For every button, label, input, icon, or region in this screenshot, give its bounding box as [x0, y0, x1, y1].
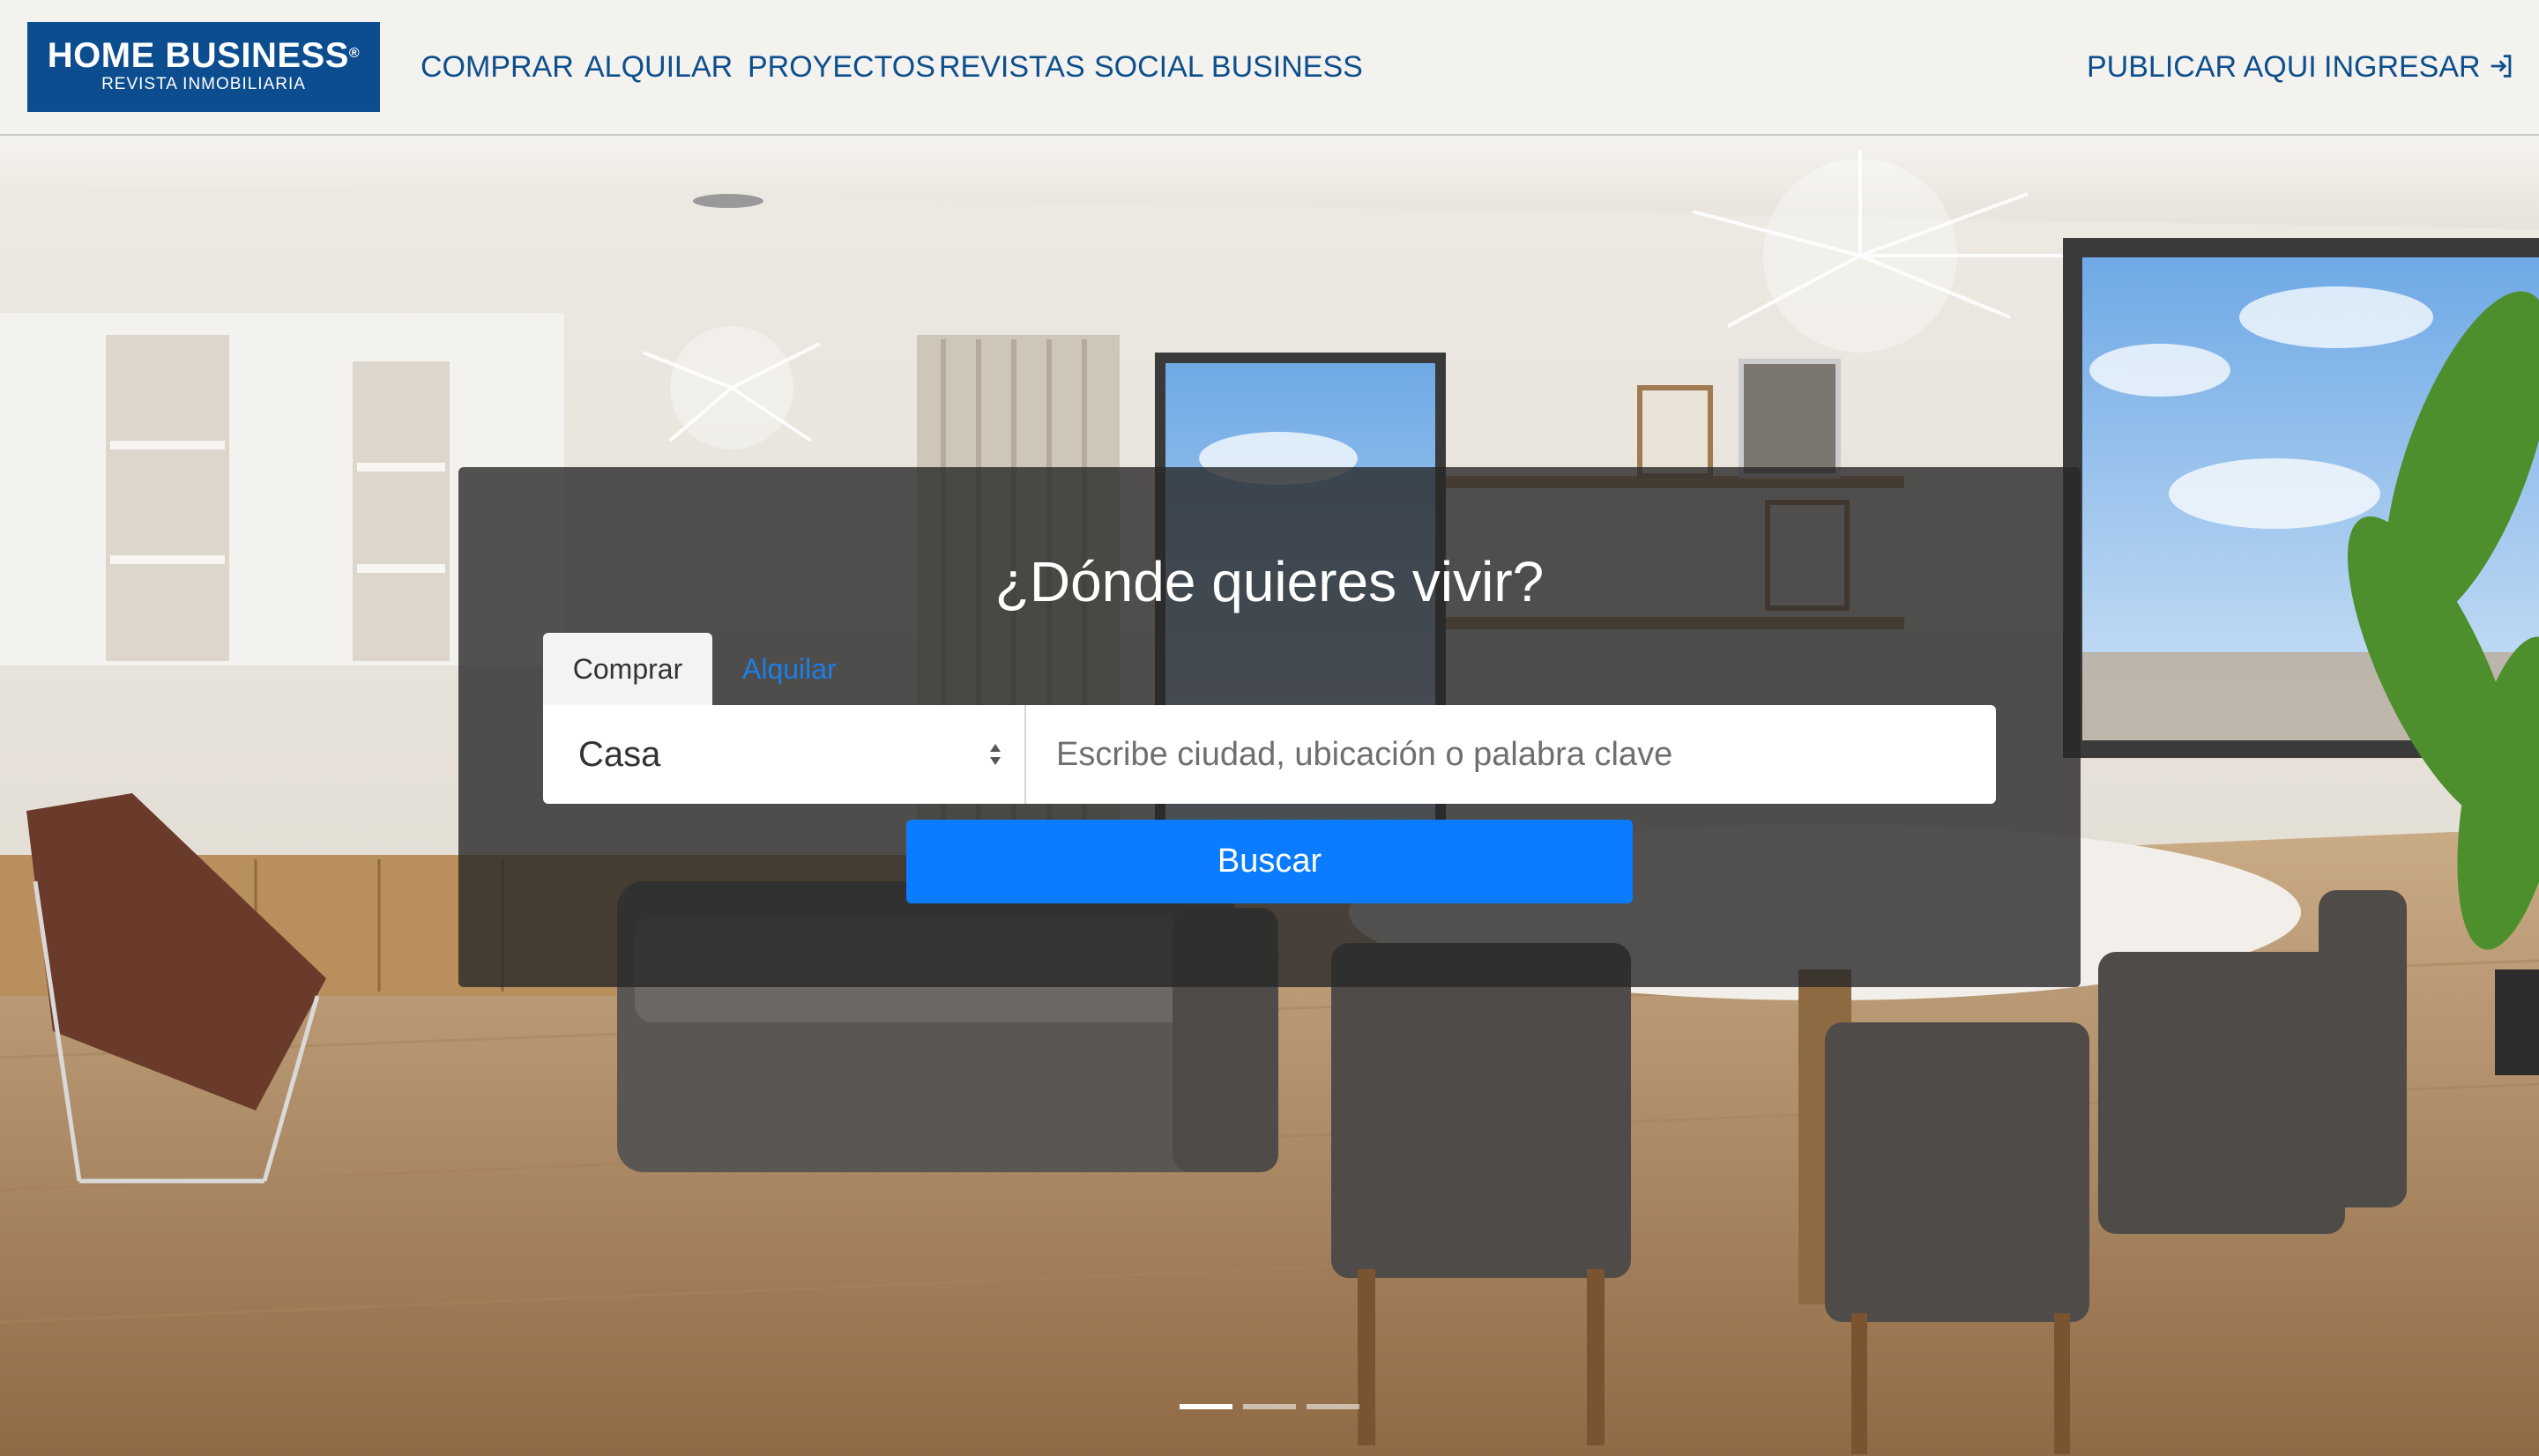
- property-type-value: Casa: [578, 735, 661, 774]
- search-form-row: Casa: [543, 705, 1996, 804]
- logo-brand-text: HOME BUSINESS: [47, 36, 349, 75]
- carousel-indicator-1[interactable]: [1180, 1404, 1232, 1409]
- login-label: INGRESAR: [2324, 50, 2481, 84]
- nav-link-revistas[interactable]: REVISTAS: [939, 48, 1085, 86]
- home-business-logo[interactable]: HOME BUSINESS® REVISTA INMOBILIARIA: [27, 22, 380, 112]
- tab-comprar[interactable]: Comprar: [543, 633, 712, 705]
- keyword-search-input[interactable]: [1028, 705, 1996, 804]
- nav-link-comprar[interactable]: COMPRAR: [421, 48, 574, 86]
- nav-link-alquilar[interactable]: ALQUILAR: [584, 48, 733, 86]
- select-arrows-icon: [990, 744, 1001, 765]
- search-panel: ¿Dónde quieres vivir? Comprar Alquilar C…: [458, 467, 2081, 987]
- nav-link-social-business[interactable]: SOCIAL BUSINESS: [1094, 48, 1363, 86]
- top-navigation-bar: HOME BUSINESS® REVISTA INMOBILIARIA COMP…: [0, 0, 2539, 136]
- login-arrow-icon: [2491, 55, 2511, 78]
- publish-link[interactable]: PUBLICAR AQUI: [2087, 48, 2317, 86]
- login-link[interactable]: INGRESAR: [2324, 48, 2516, 86]
- property-type-select[interactable]: Casa: [543, 705, 1026, 804]
- registered-mark: ®: [348, 46, 361, 61]
- carousel-indicator-3[interactable]: [1307, 1404, 1359, 1409]
- search-button[interactable]: Buscar: [906, 820, 1633, 903]
- tab-alquilar[interactable]: Alquilar: [723, 633, 890, 705]
- search-headline: ¿Dónde quieres vivir?: [994, 550, 1545, 613]
- logo-tagline: REVISTA INMOBILIARIA: [101, 75, 306, 93]
- carousel-indicator-2[interactable]: [1243, 1404, 1296, 1409]
- nav-link-proyectos[interactable]: PROYECTOS: [748, 48, 935, 86]
